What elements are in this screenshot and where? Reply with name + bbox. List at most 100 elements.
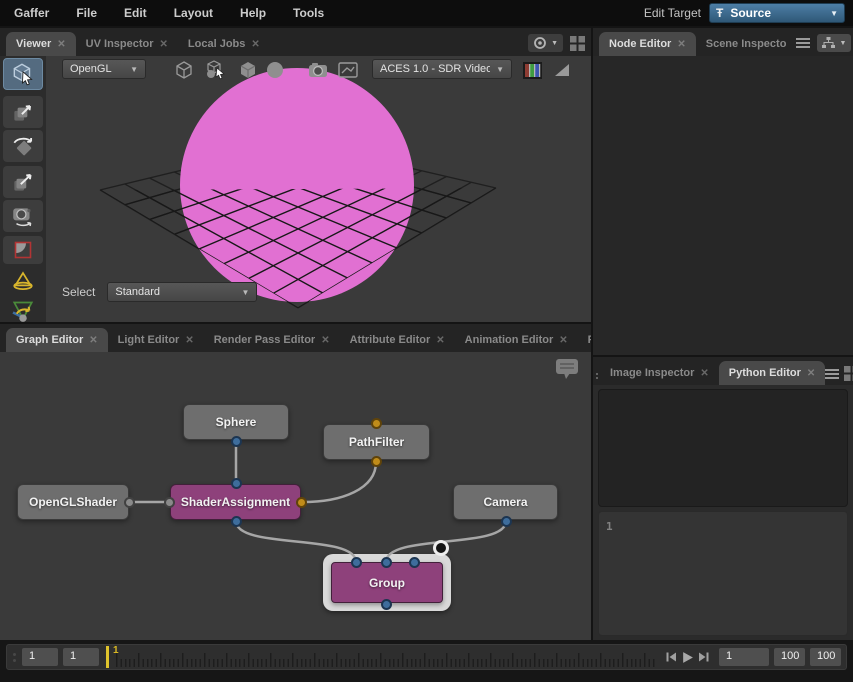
menu-tools[interactable]: Tools: [293, 6, 324, 20]
select-label: Select: [62, 285, 95, 299]
node-shaderassignment[interactable]: ShaderAssignment: [170, 484, 301, 520]
tab-primitive-inspector[interactable]: Prim: [578, 328, 591, 352]
node-pathfilter[interactable]: PathFilter: [323, 424, 430, 460]
port-pathfilter-in[interactable]: [371, 418, 382, 429]
annotation-bubble-icon[interactable]: [554, 357, 580, 386]
close-icon[interactable]: ✕: [251, 39, 259, 50]
node-group[interactable]: Group: [331, 562, 443, 603]
viewport-3d[interactable]: OpenGL ▼: [0, 56, 591, 322]
port-openglshader-out[interactable]: [124, 497, 135, 508]
frame-ruler[interactable]: 1: [106, 644, 656, 670]
chevron-down-icon: ▼: [830, 9, 838, 18]
close-icon[interactable]: ✕: [89, 335, 97, 346]
light-position-tool-button[interactable]: [3, 294, 43, 322]
tab-label: Animation Editor: [465, 334, 554, 346]
tab-animation-editor[interactable]: Animation Editor ✕: [455, 328, 578, 352]
display-transform-dropdown[interactable]: ACES 1.0 - SDR Video ▼: [372, 59, 512, 79]
timeline-drag-handle[interactable]: [12, 653, 17, 662]
tab-viewer[interactable]: Viewer ✕: [6, 32, 76, 56]
viewer-settings-dropdown[interactable]: ▼: [528, 34, 563, 52]
exposure-ramp-icon[interactable]: [550, 59, 574, 81]
playhead[interactable]: [106, 646, 109, 668]
start-frame-field[interactable]: 1: [22, 648, 58, 666]
chevron-down-icon: ▼: [839, 40, 846, 47]
port-shaderassignment-shader[interactable]: [164, 497, 175, 508]
port-shaderassignment-out[interactable]: [231, 516, 242, 527]
port-group-in0[interactable]: [351, 557, 362, 568]
tab-label: Python Editor: [729, 367, 801, 379]
focus-node-indicator[interactable]: [436, 543, 446, 553]
menu-edit[interactable]: Edit: [124, 6, 147, 20]
select-mode-dropdown[interactable]: Standard ▼: [107, 282, 257, 302]
close-icon[interactable]: ✕: [321, 335, 329, 346]
menu-gaffer[interactable]: Gaffer: [14, 6, 49, 20]
render-view-icon[interactable]: [336, 59, 360, 81]
tab-image-inspector[interactable]: Image Inspector ✕: [600, 361, 719, 385]
tab-render-pass-editor[interactable]: Render Pass Editor ✕: [204, 328, 340, 352]
close-icon[interactable]: ✕: [436, 335, 444, 346]
end-frame-field[interactable]: 100: [774, 648, 805, 666]
close-icon[interactable]: ✕: [807, 368, 815, 379]
rotate-tool-button[interactable]: [3, 130, 43, 162]
node-editor-body[interactable]: [593, 56, 853, 355]
tab-attribute-editor[interactable]: Attribute Editor ✕: [340, 328, 455, 352]
frame-field[interactable]: 1: [719, 648, 769, 666]
node-openglshader[interactable]: OpenGLShader: [17, 484, 129, 520]
current-frame-field[interactable]: 1: [63, 648, 99, 666]
close-icon[interactable]: ✕: [700, 368, 708, 379]
tab-local-jobs[interactable]: Local Jobs ✕: [178, 32, 270, 56]
sphere-object[interactable]: [180, 68, 414, 302]
layout-grid-icon[interactable]: [570, 36, 585, 51]
menu-file[interactable]: File: [76, 6, 97, 20]
close-icon[interactable]: ✕: [160, 39, 168, 50]
renderer-dropdown[interactable]: OpenGL ▼: [62, 59, 146, 79]
camera-tool-button[interactable]: [3, 200, 43, 232]
wireframe-cube-icon[interactable]: [172, 59, 196, 81]
select-objects-icon[interactable]: [204, 59, 228, 81]
solid-cube-icon[interactable]: [236, 59, 260, 81]
node-label: Sphere: [216, 415, 257, 429]
layout-grid-icon[interactable]: [844, 366, 853, 381]
close-icon[interactable]: ✕: [185, 335, 193, 346]
port-shaderassignment-in[interactable]: [231, 478, 242, 489]
edit-target-dropdown[interactable]: Ŧ Source ▼: [709, 3, 845, 23]
python-output-area[interactable]: [598, 389, 848, 507]
python-input-area[interactable]: 1: [598, 511, 848, 636]
port-camera-out[interactable]: [501, 516, 512, 527]
close-icon[interactable]: ✕: [677, 39, 685, 50]
skip-to-end-icon[interactable]: [698, 651, 710, 663]
node-graph-canvas[interactable]: Sphere PathFilter OpenGLShader ShaderAss…: [0, 352, 591, 640]
rgb-channels-icon[interactable]: [520, 59, 544, 81]
node-selection-dropdown[interactable]: ▼: [817, 34, 851, 52]
menu-layout[interactable]: Layout: [174, 6, 213, 20]
skip-to-start-icon[interactable]: [665, 651, 677, 663]
close-icon[interactable]: ✕: [559, 335, 567, 346]
tab-uv-inspector[interactable]: UV Inspector ✕: [76, 32, 178, 56]
menu-hamburger-icon[interactable]: [825, 368, 839, 380]
shading-ball-icon[interactable]: [263, 59, 287, 81]
tab-node-editor[interactable]: Node Editor ✕: [599, 32, 696, 56]
playback-range-end-field[interactable]: 100: [810, 648, 841, 666]
port-group-in2[interactable]: [409, 557, 420, 568]
play-icon[interactable]: [681, 651, 694, 664]
menu-help[interactable]: Help: [240, 6, 266, 20]
tab-scene-inspector[interactable]: Scene Inspecto: [696, 32, 797, 56]
port-pathfilter-out[interactable]: [371, 456, 382, 467]
tab-graph-editor[interactable]: Graph Editor ✕: [6, 328, 108, 352]
port-sphere-out[interactable]: [231, 436, 242, 447]
port-shaderassignment-filter[interactable]: [296, 497, 307, 508]
select-tool-button[interactable]: [3, 58, 43, 90]
edge-pathfilter-shaderassignment[interactable]: [303, 462, 376, 502]
port-group-in1[interactable]: [381, 557, 392, 568]
port-group-out[interactable]: [381, 599, 392, 610]
node-sphere[interactable]: Sphere: [183, 404, 289, 440]
scale-tool-button[interactable]: [3, 166, 43, 198]
tab-light-editor[interactable]: Light Editor ✕: [108, 328, 204, 352]
menu-hamburger-icon[interactable]: [796, 37, 810, 49]
crop-window-tool-button[interactable]: [3, 236, 43, 264]
translate-tool-button[interactable]: [3, 96, 43, 128]
tab-python-editor[interactable]: Python Editor ✕: [719, 361, 826, 385]
close-icon[interactable]: ✕: [57, 39, 65, 50]
camera-icon[interactable]: [306, 59, 330, 81]
node-camera[interactable]: Camera: [453, 484, 558, 520]
